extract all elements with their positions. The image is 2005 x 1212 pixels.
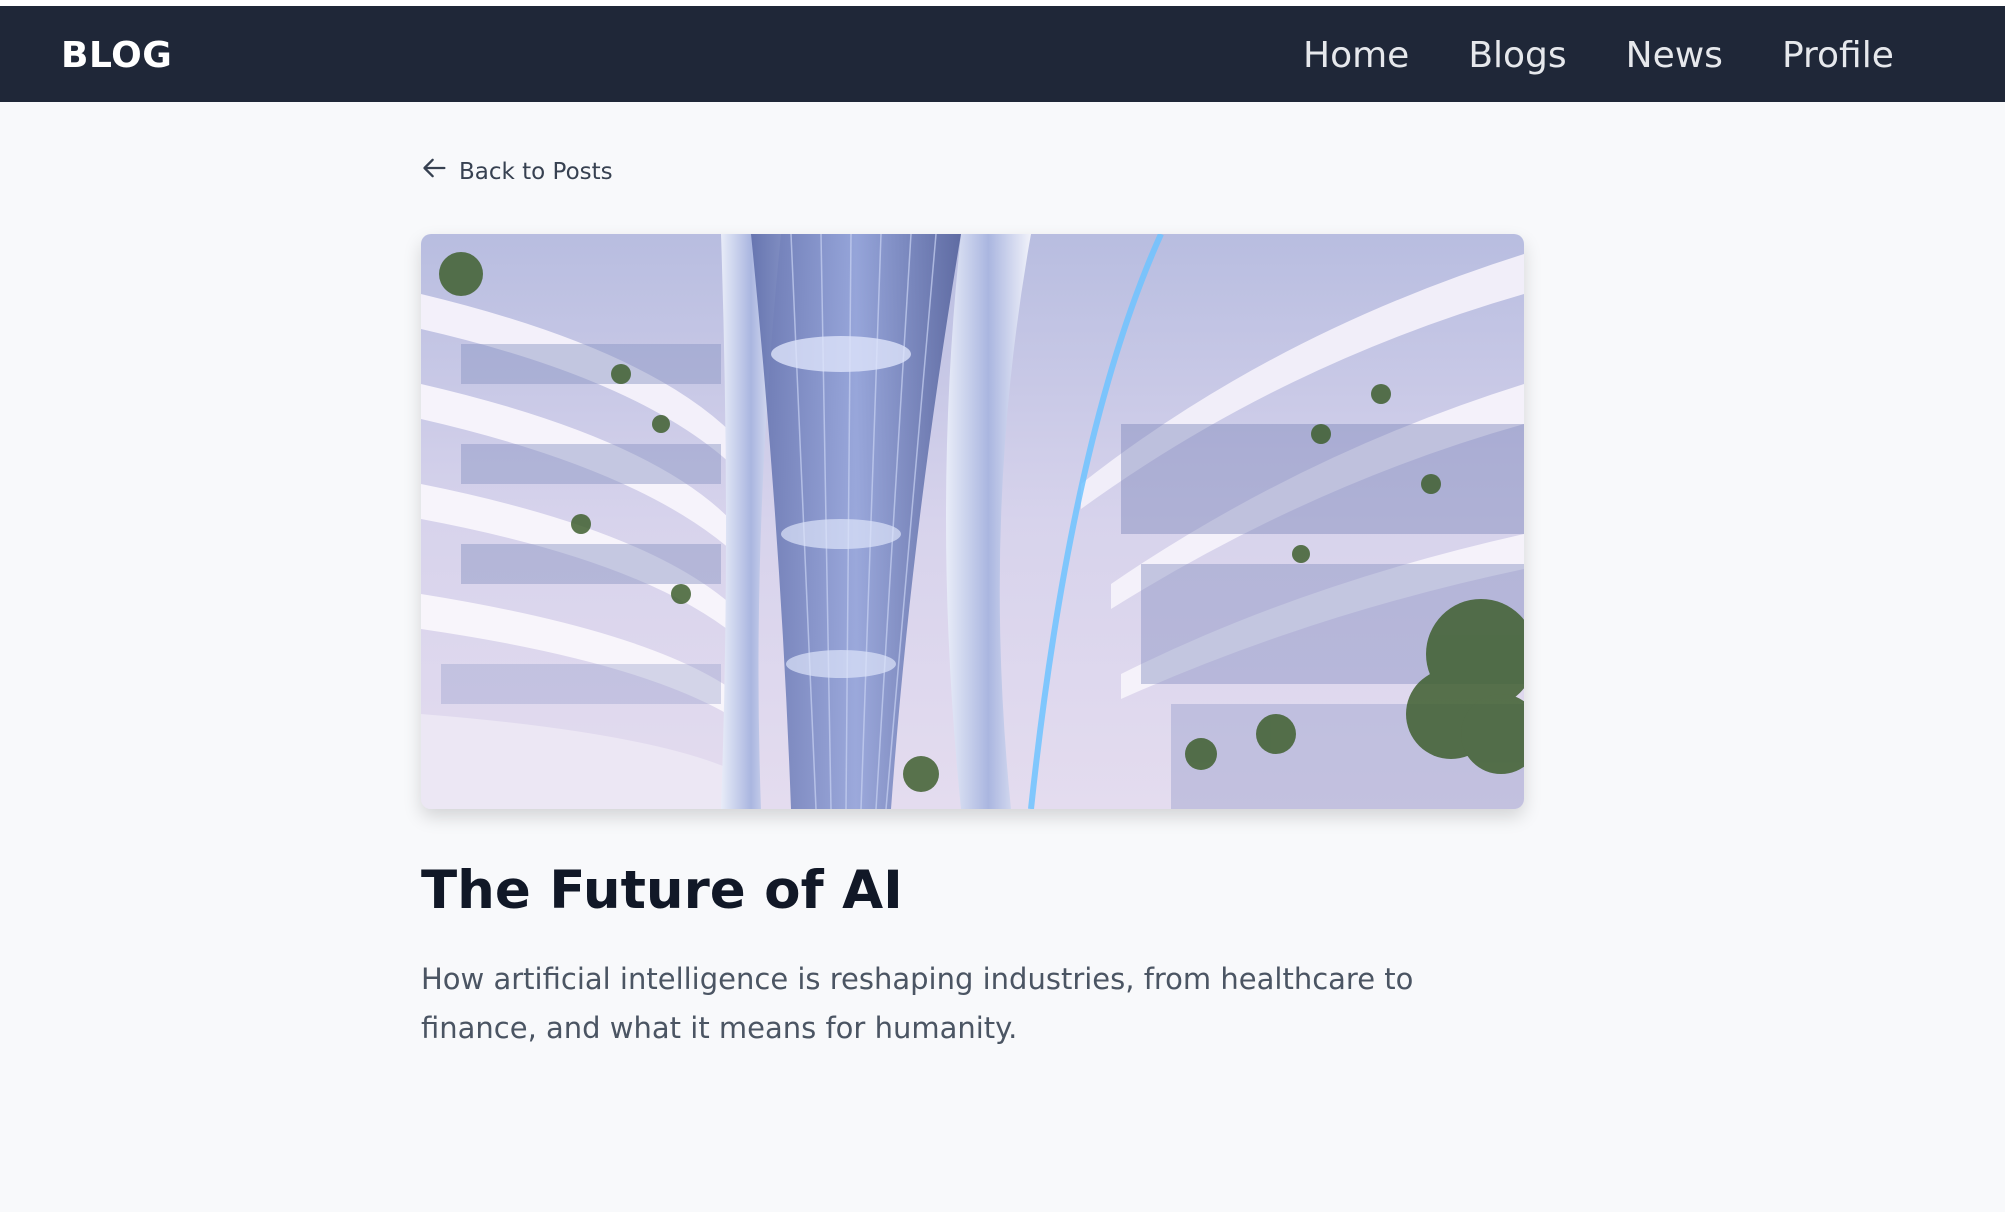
nav-link-home[interactable]: Home (1303, 36, 1409, 76)
nav-link-profile[interactable]: Profile (1782, 36, 1894, 76)
top-navbar: BLOG Home Blogs News Profile (0, 6, 2005, 102)
nav-links: Home Blogs News Profile (1303, 36, 1894, 76)
post-title: The Future of AI (421, 860, 903, 921)
nav-link-news[interactable]: News (1626, 36, 1723, 76)
back-to-posts-link[interactable]: Back to Posts (421, 154, 613, 190)
nav-link-blogs[interactable]: Blogs (1468, 36, 1566, 76)
post-hero-image (421, 234, 1524, 809)
post-description: How artificial intelligence is reshaping… (421, 962, 1414, 1045)
brand-logo[interactable]: BLOG (61, 36, 172, 76)
back-to-posts-label: Back to Posts (459, 159, 613, 185)
arrow-left-icon (421, 154, 449, 190)
